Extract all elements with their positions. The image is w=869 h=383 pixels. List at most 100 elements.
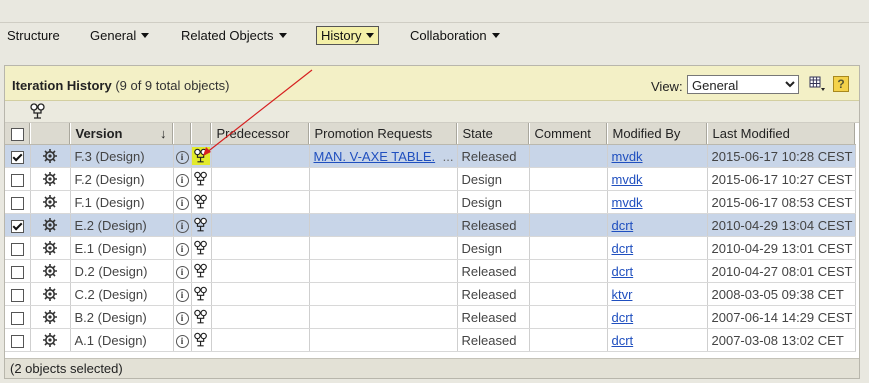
table-row[interactable]: C.2 (Design) i Released ktvr 2008-03-05 09:3… xyxy=(5,282,856,306)
structure-tree-icon[interactable] xyxy=(192,146,210,166)
table-row[interactable]: E.2 (Design) i Released dcrt 2010-04-29 13:0… xyxy=(5,213,856,237)
row-actions-cell[interactable] xyxy=(30,282,71,306)
column-header-promotion-requests[interactable]: Promotion Requests xyxy=(309,123,458,145)
column-header-comment[interactable]: Comment xyxy=(529,123,608,145)
menu-related-objects[interactable]: Related Objects xyxy=(177,26,291,45)
gear-icon[interactable] xyxy=(42,263,58,279)
select-all-checkbox[interactable] xyxy=(10,128,24,142)
row-select-cell[interactable] xyxy=(5,236,31,260)
row-checkbox[interactable] xyxy=(10,219,24,233)
info-icon[interactable]: i xyxy=(175,219,189,233)
info-icon[interactable]: i xyxy=(175,150,189,164)
table-layout-icon[interactable] xyxy=(809,76,826,93)
info-cell[interactable]: i xyxy=(173,236,192,260)
structure-tree-icon[interactable] xyxy=(193,309,209,324)
structure-cell[interactable] xyxy=(191,282,212,306)
row-checkbox[interactable] xyxy=(10,334,24,348)
gear-icon[interactable] xyxy=(42,286,58,302)
promotion-request-link[interactable]: MAN. V-AXE TABLE. xyxy=(314,149,436,164)
info-icon[interactable]: i xyxy=(175,173,189,187)
row-checkbox[interactable] xyxy=(10,265,24,279)
modified-by-link[interactable]: dcrt xyxy=(612,333,634,348)
column-header-version[interactable]: Version ↓ xyxy=(70,123,174,145)
table-row[interactable]: A.1 (Design) i Released dcrt 2007-03-08 13:0… xyxy=(5,328,856,352)
structure-tree-icon[interactable] xyxy=(193,217,209,232)
gear-icon[interactable] xyxy=(42,217,58,233)
info-icon[interactable]: i xyxy=(175,265,189,279)
row-actions-cell[interactable] xyxy=(30,305,71,329)
structure-cell[interactable] xyxy=(191,236,212,260)
structure-cell[interactable] xyxy=(191,305,212,329)
gear-icon[interactable] xyxy=(42,309,58,325)
structure-tree-icon[interactable] xyxy=(193,240,209,255)
column-header-state[interactable]: State xyxy=(457,123,530,145)
table-row[interactable]: B.2 (Design) i Released dcrt 2007-06-14 14:2… xyxy=(5,305,856,329)
modified-by-link[interactable]: dcrt xyxy=(612,218,634,233)
structure-cell[interactable] xyxy=(191,213,212,237)
row-checkbox[interactable] xyxy=(10,150,24,164)
row-select-cell[interactable] xyxy=(5,190,31,214)
info-cell[interactable]: i xyxy=(173,190,192,214)
info-icon[interactable]: i xyxy=(175,196,189,210)
row-select-cell[interactable] xyxy=(5,305,31,329)
info-icon[interactable]: i xyxy=(175,334,189,348)
menu-collaboration[interactable]: Collaboration xyxy=(406,26,504,45)
structure-tree-icon[interactable] xyxy=(193,332,209,347)
structure-cell[interactable] xyxy=(191,167,212,191)
structure-tree-icon[interactable] xyxy=(193,194,209,209)
info-cell[interactable]: i xyxy=(173,213,192,237)
row-actions-cell[interactable] xyxy=(30,236,71,260)
row-actions-cell[interactable] xyxy=(30,190,71,214)
row-checkbox[interactable] xyxy=(10,288,24,302)
gear-icon[interactable] xyxy=(42,332,58,348)
structure-tree-icon[interactable] xyxy=(29,103,47,120)
menu-general[interactable]: General xyxy=(86,26,153,45)
info-icon[interactable]: i xyxy=(175,242,189,256)
info-cell[interactable]: i xyxy=(173,144,192,168)
structure-tree-icon[interactable] xyxy=(193,171,209,186)
row-select-cell[interactable] xyxy=(5,144,31,168)
row-select-cell[interactable] xyxy=(5,213,31,237)
row-select-cell[interactable] xyxy=(5,328,31,352)
modified-by-link[interactable]: mvdk xyxy=(612,149,643,164)
modified-by-link[interactable]: mvdk xyxy=(612,195,643,210)
modified-by-link[interactable]: dcrt xyxy=(612,241,634,256)
structure-cell[interactable] xyxy=(191,190,212,214)
menu-history[interactable]: History xyxy=(316,26,380,45)
modified-by-link[interactable]: dcrt xyxy=(612,310,634,325)
info-icon[interactable]: i xyxy=(175,288,189,302)
row-select-cell[interactable] xyxy=(5,259,31,283)
row-actions-cell[interactable] xyxy=(30,328,71,352)
modified-by-link[interactable]: mvdk xyxy=(612,172,643,187)
info-cell[interactable]: i xyxy=(173,167,192,191)
gear-icon[interactable] xyxy=(42,240,58,256)
help-icon[interactable]: ? xyxy=(833,76,849,92)
row-select-cell[interactable] xyxy=(5,167,31,191)
info-cell[interactable]: i xyxy=(173,328,192,352)
modified-by-link[interactable]: dcrt xyxy=(612,264,634,279)
modified-by-link[interactable]: ktvr xyxy=(612,287,633,302)
column-header-modified-by[interactable]: Modified By xyxy=(607,123,708,145)
row-actions-cell[interactable] xyxy=(30,213,71,237)
row-actions-cell[interactable] xyxy=(30,144,71,168)
info-cell[interactable]: i xyxy=(173,259,192,283)
table-row[interactable]: E.1 (Design) i Design dcrt 2010-04-29 13:01 … xyxy=(5,236,856,260)
structure-cell[interactable] xyxy=(191,328,212,352)
row-actions-cell[interactable] xyxy=(30,167,71,191)
view-select[interactable]: General xyxy=(687,75,799,94)
row-actions-cell[interactable] xyxy=(30,259,71,283)
row-select-cell[interactable] xyxy=(5,282,31,306)
table-row[interactable]: F.1 (Design) i Design mvdk 2015-06-17 08:53 … xyxy=(5,190,856,214)
row-checkbox[interactable] xyxy=(10,173,24,187)
info-icon[interactable]: i xyxy=(175,311,189,325)
select-all-header[interactable] xyxy=(5,123,31,145)
column-header-predecessor[interactable]: Predecessor xyxy=(211,123,310,145)
row-checkbox[interactable] xyxy=(10,311,24,325)
gear-icon[interactable] xyxy=(42,171,58,187)
table-row[interactable]: D.2 (Design) i Released dcrt 2010-04-27 08:0… xyxy=(5,259,856,283)
column-header-last-modified[interactable]: Last Modified xyxy=(707,123,856,145)
table-row[interactable]: F.2 (Design) i Design mvdk 2015-06-17 10:27 … xyxy=(5,167,856,191)
structure-tree-icon[interactable] xyxy=(193,263,209,278)
info-cell[interactable]: i xyxy=(173,305,192,329)
info-cell[interactable]: i xyxy=(173,282,192,306)
